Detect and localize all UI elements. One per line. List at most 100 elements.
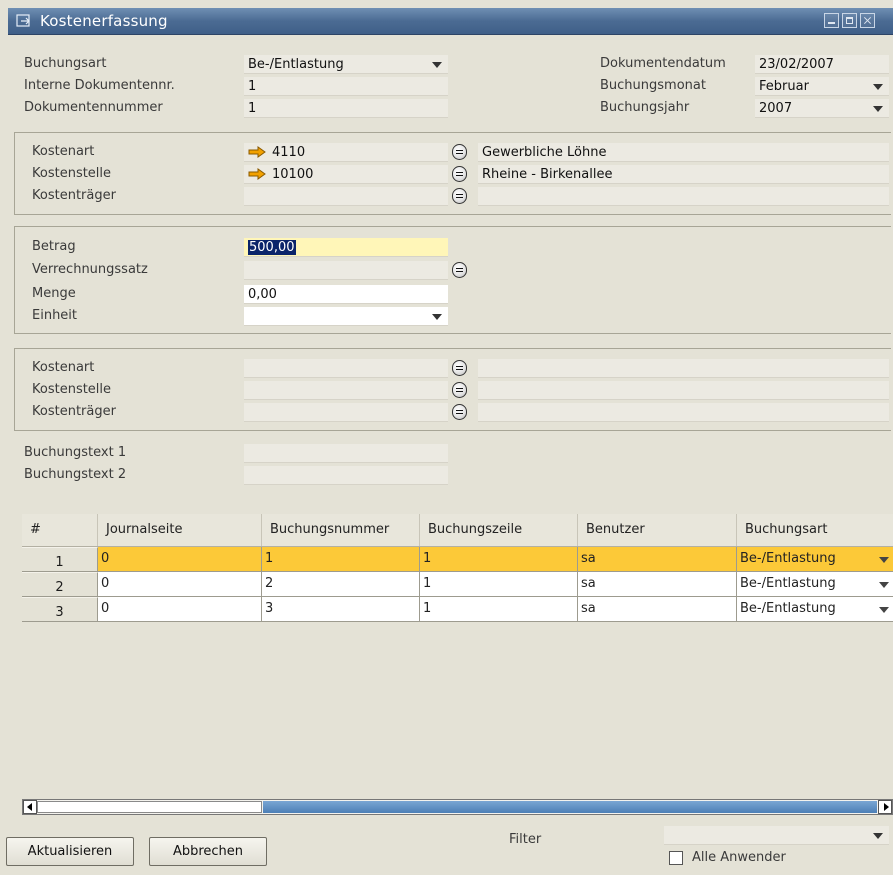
chevron-down-icon <box>432 314 442 320</box>
buchungstext1-input[interactable] <box>244 444 448 463</box>
maximize-button[interactable] <box>842 13 857 28</box>
cell-buchungsnummer[interactable]: 3 <box>262 597 420 621</box>
amount-panel <box>14 226 891 334</box>
cell-buchungsart[interactable]: Be-/Entlastung <box>737 597 893 621</box>
table-row[interactable]: 2 0 2 1 sa Be-/Entlastung <box>22 572 893 597</box>
buchungstext2-label: Buchungstext 2 <box>24 467 127 482</box>
cell-journalseite[interactable]: 0 <box>98 597 262 621</box>
table-row[interactable]: 3 0 3 1 sa Be-/Entlastung <box>22 597 893 622</box>
scrollbar-track[interactable] <box>263 801 877 813</box>
col-header-buchungsnummer[interactable]: Buchungsnummer <box>262 514 420 546</box>
dok-nr-field[interactable]: 1 <box>244 99 448 118</box>
kostenart-value: 4110 <box>272 145 306 160</box>
row-number-button[interactable]: 2 <box>22 572 98 596</box>
kostenstelle-desc: Rheine - Birkenallee <box>478 165 889 184</box>
betrag-input[interactable]: 500,00 <box>244 238 448 257</box>
col-header-num[interactable]: # <box>22 514 98 546</box>
col-header-buchungszeile[interactable]: Buchungszeile <box>420 514 578 546</box>
col-header-benutzer[interactable]: Benutzer <box>578 514 737 546</box>
buchungstext2-input[interactable] <box>244 466 448 485</box>
close-button[interactable] <box>860 13 875 28</box>
cell-buchungsnummer[interactable]: 2 <box>262 572 420 596</box>
chevron-down-icon[interactable] <box>879 582 889 588</box>
einheit-label: Einheit <box>32 308 78 323</box>
row-number-button[interactable]: 1 <box>22 547 98 571</box>
verrechnungssatz-field[interactable] <box>244 261 448 280</box>
cell-benutzer[interactable]: sa <box>578 597 737 621</box>
cell-buchungsart-value: Be-/Entlastung <box>740 601 836 616</box>
kostenstelle2-label: Kostenstelle <box>32 382 112 397</box>
chevron-down-icon <box>432 62 442 68</box>
cell-buchungszeile[interactable]: 1 <box>420 597 578 621</box>
kostentraeger-field[interactable] <box>244 187 448 206</box>
buchungsart-select[interactable]: Be-/Entlastung <box>244 55 448 74</box>
col-header-buchungsart[interactable]: Buchungsart <box>737 514 893 546</box>
kostenart2-field[interactable] <box>244 359 448 378</box>
buchungsjahr-select[interactable]: 2007 <box>755 99 889 118</box>
kostenart2-desc <box>478 359 889 378</box>
horizontal-scrollbar[interactable] <box>22 799 893 815</box>
dok-datum-field[interactable]: 23/02/2007 <box>755 55 889 74</box>
row-number-button[interactable]: 3 <box>22 597 98 621</box>
col-header-journalseite[interactable]: Journalseite <box>98 514 262 546</box>
aktualisieren-button[interactable]: Aktualisieren <box>6 837 134 866</box>
cell-benutzer[interactable]: sa <box>578 547 737 571</box>
cell-benutzer[interactable]: sa <box>578 572 737 596</box>
kostenerfassung-window: Kostenerfassung Buchungsart Be-/Entlastu… <box>0 0 893 875</box>
list-icon[interactable] <box>452 262 467 278</box>
cell-buchungsart[interactable]: Be-/Entlastung <box>737 547 893 571</box>
kostenstelle2-desc <box>478 381 889 400</box>
minimize-button[interactable] <box>824 13 839 28</box>
scrollbar-thumb[interactable] <box>37 801 262 813</box>
alle-anwender-checkbox[interactable] <box>669 851 683 865</box>
menge-input[interactable]: 0,00 <box>244 285 448 304</box>
buchungsmonat-label: Buchungsmonat <box>600 78 706 93</box>
list-icon[interactable] <box>452 144 467 160</box>
buchungsmonat-select[interactable]: Februar <box>755 77 889 96</box>
einheit-select[interactable] <box>244 307 448 326</box>
scroll-left-icon[interactable] <box>23 800 37 814</box>
scroll-right-icon[interactable] <box>878 800 892 814</box>
window-title: Kostenerfassung <box>40 12 168 30</box>
kostenstelle-label: Kostenstelle <box>32 166 112 181</box>
kostenart-desc: Gewerbliche Löhne <box>478 143 889 162</box>
link-arrow-icon[interactable] <box>248 146 266 158</box>
dok-nr-label: Dokumentennummer <box>24 100 163 115</box>
filter-select[interactable] <box>664 826 889 845</box>
kostentraeger2-field[interactable] <box>244 403 448 422</box>
alle-anwender-label: Alle Anwender <box>692 850 786 865</box>
buchungsart-value: Be-/Entlastung <box>248 57 344 72</box>
list-icon[interactable] <box>452 166 467 182</box>
list-icon[interactable] <box>452 188 467 204</box>
buchungsjahr-label: Buchungsjahr <box>600 100 690 115</box>
abbrechen-button[interactable]: Abbrechen <box>149 837 267 866</box>
dok-datum-label: Dokumentendatum <box>600 56 726 71</box>
chevron-down-icon <box>873 833 883 839</box>
table-row[interactable]: 1 0 1 1 sa Be-/Entlastung <box>22 547 893 572</box>
list-icon[interactable] <box>452 360 467 376</box>
list-icon[interactable] <box>452 404 467 420</box>
kostentraeger-label: Kostenträger <box>32 188 116 203</box>
verrechnungssatz-label: Verrechnungssatz <box>32 262 148 277</box>
chevron-down-icon[interactable] <box>879 557 889 563</box>
kostenstelle2-field[interactable] <box>244 381 448 400</box>
kostenstelle-field[interactable]: 10100 <box>244 165 448 184</box>
cell-buchungsnummer[interactable]: 1 <box>262 547 420 571</box>
kostenart-field[interactable]: 4110 <box>244 143 448 162</box>
cell-buchungsart[interactable]: Be-/Entlastung <box>737 572 893 596</box>
cell-buchungszeile[interactable]: 1 <box>420 572 578 596</box>
journal-grid: # Journalseite Buchungsnummer Buchungsze… <box>22 514 893 798</box>
cell-journalseite[interactable]: 0 <box>98 547 262 571</box>
link-arrow-icon[interactable] <box>248 168 266 180</box>
kostentraeger2-desc <box>478 403 889 422</box>
cell-journalseite[interactable]: 0 <box>98 572 262 596</box>
kostenstelle-value: 10100 <box>272 167 314 182</box>
betrag-label: Betrag <box>32 239 76 254</box>
list-icon[interactable] <box>452 382 467 398</box>
title-bar[interactable]: Kostenerfassung <box>8 8 893 35</box>
interne-nr-label: Interne Dokumentennr. <box>24 78 175 93</box>
buchungstext1-label: Buchungstext 1 <box>24 445 127 460</box>
kostentraeger-desc <box>478 187 889 206</box>
cell-buchungszeile[interactable]: 1 <box>420 547 578 571</box>
chevron-down-icon[interactable] <box>879 607 889 613</box>
